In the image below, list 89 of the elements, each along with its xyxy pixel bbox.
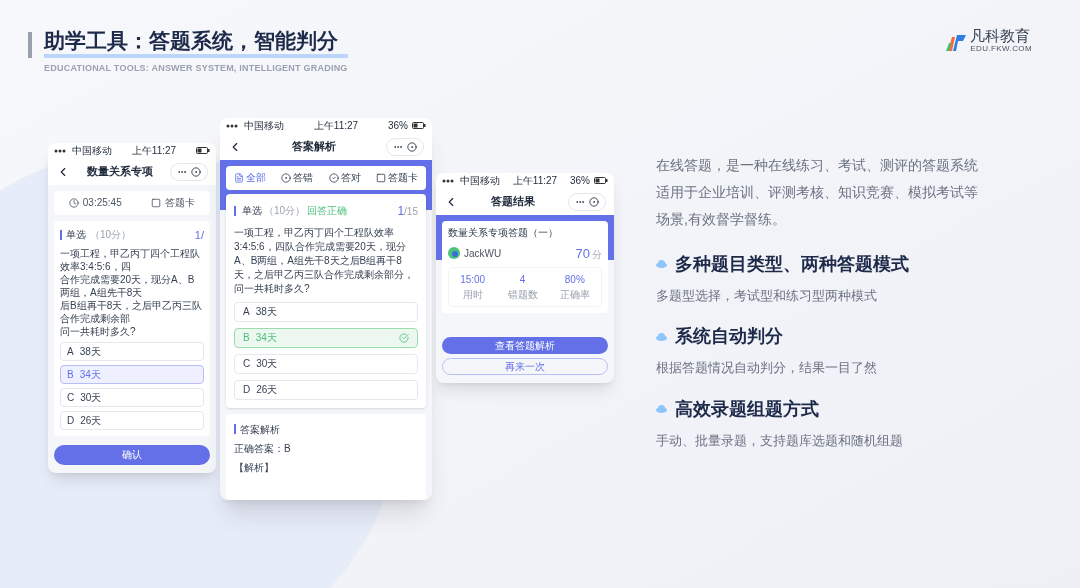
filter-tab[interactable]: 答对 [328, 170, 361, 185]
question-type: 单选 [242, 204, 262, 218]
feature-description: 手动、批量录题，支持题库选题和随机组题 [656, 431, 904, 450]
carrier-text: 中国移动 [460, 174, 500, 188]
option-item: D 26天 [234, 379, 418, 400]
confirm-button[interactable]: 确认 [54, 444, 210, 465]
score-unit: 分 [592, 247, 602, 262]
carrier-text: 中国移动 [244, 119, 284, 133]
stat-value: 4 [519, 273, 526, 287]
cloud-bullet-icon [656, 332, 667, 341]
target-icon[interactable] [407, 141, 417, 152]
battery-icon [412, 122, 426, 129]
question-number: 1 [397, 202, 405, 220]
answer-card-link[interactable]: 答题卡 [165, 195, 196, 210]
tab-icon [233, 172, 244, 183]
option-item[interactable]: B 34天 [60, 365, 204, 384]
option-item: A 38天 [234, 301, 418, 322]
filter-tab[interactable]: 答题卡 [376, 170, 419, 185]
view-analysis-button[interactable]: 查看答题解析 [442, 336, 608, 354]
page-subtitle: EDUCATIONAL TOOLS: ANSWER SYSTEM, INTELLIGENT GRADING [44, 62, 348, 75]
target-icon[interactable] [589, 196, 599, 207]
analysis-title: 答案解析 [240, 422, 280, 437]
logo-icon [946, 32, 967, 51]
option-item[interactable]: D 26天 [60, 411, 204, 430]
accent-bar [60, 229, 62, 240]
battery-icon [196, 147, 210, 154]
result-label: 回答正确 [307, 204, 348, 218]
signal-icon [54, 148, 68, 153]
signal-icon [442, 178, 456, 183]
logo-domain: EDU.FKW.COM [970, 43, 1032, 55]
accent-bar [234, 205, 236, 216]
option-item: C 30天 [234, 353, 418, 374]
battery-icon [594, 177, 608, 184]
question-type: 单选 [66, 228, 86, 243]
filter-tab[interactable]: 答错 [281, 170, 314, 185]
page-title: 答题结果 [491, 194, 535, 210]
question-line: 后B组再干8天，之后甲乙丙三队合作完成剩余部 [60, 299, 204, 325]
feature-title: 高效录题组题方式 [675, 397, 819, 421]
question-points: （10分） [90, 228, 132, 243]
question-line: 合作完成需要20天，现分A、B两组，A组先干8天 [60, 273, 196, 299]
clock-text: 上午11:27 [512, 174, 558, 188]
stat-label: 用时 [462, 288, 483, 302]
option-item: B 34天 [234, 327, 418, 348]
correct-answer: 正确答案：B [234, 441, 292, 456]
page-heading: 助学工具：答题系统，智能判分 [44, 28, 348, 58]
clock-icon [68, 197, 79, 208]
feature-description: 根据答题情况自动判分，结果一目了然 [656, 359, 878, 377]
tab-icon [328, 172, 339, 183]
accent-bar [234, 424, 236, 434]
filter-tab[interactable]: 全部 [233, 170, 266, 185]
question-points: （10分） [264, 204, 306, 218]
timer-text: 03:25:45 [82, 196, 122, 210]
clock-text: 上午11:27 [313, 119, 359, 133]
user-name: JackWU [464, 246, 502, 261]
target-icon[interactable] [191, 166, 201, 177]
stat-value: 80% [564, 273, 585, 287]
check-icon [399, 332, 409, 343]
question-counter: 1/ [194, 227, 204, 243]
tab-icon [376, 172, 387, 183]
page-title: 数量关系专项 [87, 164, 153, 180]
quiz-name: 数量关系专项答题（一） [442, 220, 608, 244]
intro-paragraph: 在线答题，是一种在线练习、考试、测评的答题系统适用于企业培训、评测考核、知识竞赛、模拟考试等场景,有效督学督练。 [656, 155, 979, 229]
feature-title: 多种题目类型、两种答题模式 [675, 252, 909, 276]
option-item[interactable]: C 30天 [60, 388, 204, 407]
page-title: 答案解析 [292, 139, 336, 155]
cloud-bullet-icon [656, 405, 667, 413]
stat-label: 错题数 [507, 288, 538, 302]
signal-icon [226, 123, 240, 128]
clock-text: 上午11:27 [131, 144, 177, 158]
score-value: 70 [575, 244, 590, 263]
logo-text: 凡科教育 [970, 28, 1032, 43]
cloud-bullet-icon [656, 260, 667, 268]
title-accent [28, 32, 32, 58]
tab-icon [281, 172, 292, 183]
question-total: /15 [404, 204, 418, 219]
stat-label: 正确率 [559, 288, 590, 302]
feature-description: 多题型选择，考试型和练习型两种模式 [656, 286, 878, 305]
analysis-heading: 【解析】 [234, 460, 275, 475]
battery-text: 36% [570, 174, 590, 188]
avatar-icon [448, 247, 460, 260]
carrier-text: 中国移动 [72, 144, 112, 158]
battery-text: 36% [388, 119, 408, 133]
option-item[interactable]: A 38天 [60, 342, 204, 361]
feature-title: 系统自动判分 [675, 325, 783, 348]
stat-value: 15:00 [460, 273, 486, 287]
question-text: 一项工程，甲乙丙丁四个工程队效率3:4:5:6，四队合作完成需要20天，现分A、B两组，A组先干8天之后B组再干8天，之后甲乙丙三队合作完成剩余部分，问一共耗时多久? [234, 225, 415, 296]
question-line: 一项工程，甲乙丙丁四个工程队效率3:4:5:6，四 [60, 247, 201, 273]
question-line: 问一共耗时多久? [60, 325, 137, 338]
card-icon [151, 197, 162, 208]
